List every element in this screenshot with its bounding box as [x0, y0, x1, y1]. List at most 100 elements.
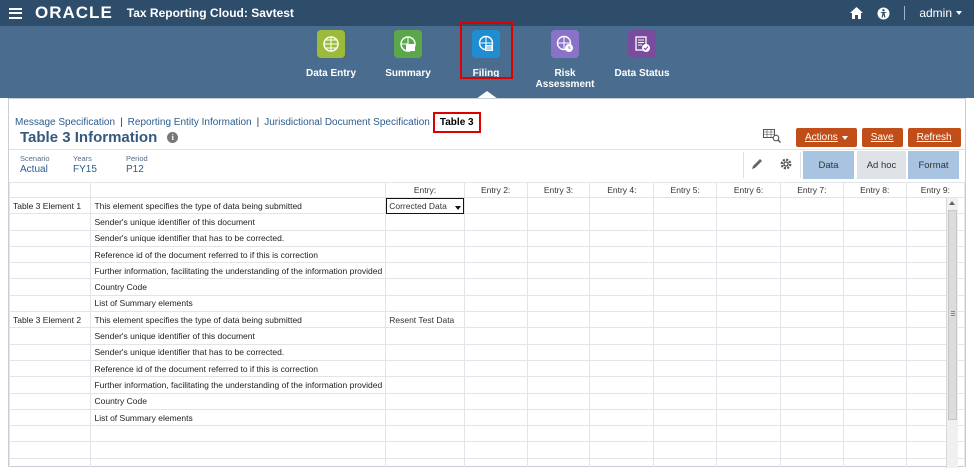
data-cell[interactable] [526, 213, 591, 231]
data-cell[interactable] [589, 262, 655, 280]
pov-years[interactable]: Years FY15 [73, 154, 97, 175]
data-cell[interactable] [526, 229, 591, 247]
nav-item-data-entry[interactable]: Data Entry [291, 30, 371, 79]
data-cell[interactable] [779, 229, 844, 247]
data-cell[interactable] [589, 245, 655, 264]
data-cell[interactable] [589, 359, 655, 378]
data-cell[interactable] [842, 278, 907, 296]
data-cell[interactable] [842, 229, 907, 247]
data-cell[interactable] [716, 408, 781, 427]
data-cell[interactable] [589, 408, 655, 427]
data-cell[interactable] [526, 294, 591, 313]
data-cell[interactable] [385, 213, 465, 231]
breadcrumb-active-item[interactable]: Table 3 [432, 112, 481, 133]
data-cell[interactable] [526, 262, 591, 280]
column-header[interactable]: Entry 8: [842, 182, 907, 198]
data-cell[interactable] [779, 376, 844, 394]
data-cell[interactable] [842, 213, 907, 231]
data-cell[interactable] [385, 392, 465, 410]
data-cell[interactable] [463, 376, 528, 394]
data-cell[interactable] [653, 343, 718, 361]
data-cell[interactable] [779, 343, 844, 361]
data-cell[interactable] [842, 245, 907, 264]
data-cell[interactable] [385, 262, 465, 280]
data-cell[interactable] [653, 359, 718, 378]
nav-item-summary[interactable]: Summary [368, 30, 448, 79]
data-cell[interactable] [385, 343, 465, 361]
data-cell[interactable] [779, 408, 844, 427]
data-cell[interactable] [716, 262, 781, 280]
data-cell[interactable] [526, 392, 591, 410]
data-cell[interactable] [589, 213, 655, 231]
data-cell[interactable] [716, 245, 781, 264]
tab-data[interactable]: Data [803, 151, 854, 179]
data-cell[interactable] [716, 278, 781, 296]
data-cell[interactable] [779, 262, 844, 280]
data-cell[interactable] [589, 343, 655, 361]
data-cell[interactable] [463, 245, 528, 264]
scroll-up-icon[interactable] [949, 201, 955, 205]
edit-pencil-icon[interactable] [750, 157, 764, 171]
data-cell[interactable] [842, 262, 907, 280]
data-cell[interactable] [526, 196, 591, 215]
data-cell[interactable] [526, 245, 591, 264]
column-header[interactable]: Entry 5: [653, 182, 718, 198]
data-cell[interactable] [653, 311, 718, 329]
data-cell-dropdown[interactable]: Corrected Data [385, 196, 465, 215]
data-cell[interactable] [385, 278, 465, 296]
data-cell[interactable] [463, 392, 528, 410]
data-cell[interactable] [842, 196, 907, 215]
menu-icon[interactable] [9, 7, 22, 19]
data-cell[interactable] [842, 311, 907, 329]
nav-item-data-status[interactable]: Data Status [602, 30, 682, 79]
data-cell[interactable] [716, 376, 781, 394]
data-cell[interactable] [653, 262, 718, 280]
data-cell[interactable] [653, 327, 718, 345]
data-cell[interactable] [779, 359, 844, 378]
data-cell[interactable] [842, 359, 907, 378]
column-header[interactable]: Entry 3: [526, 182, 591, 198]
chevron-down-icon[interactable] [454, 205, 461, 210]
data-cell[interactable] [526, 311, 591, 329]
column-header[interactable]: Entry 2: [463, 182, 528, 198]
data-cell[interactable] [463, 359, 528, 378]
data-cell[interactable] [779, 294, 844, 313]
column-header[interactable]: Entry 4: [589, 182, 655, 198]
data-cell[interactable] [716, 229, 781, 247]
data-cell[interactable] [842, 294, 907, 313]
info-icon[interactable]: i [167, 132, 179, 143]
scrollbar-thumb[interactable] [948, 210, 957, 420]
data-cell[interactable] [385, 359, 465, 378]
data-cell[interactable] [463, 343, 528, 361]
data-cell[interactable] [589, 294, 655, 313]
column-header[interactable]: Entry: [385, 182, 465, 198]
data-cell[interactable] [589, 392, 655, 410]
data-cell[interactable] [779, 213, 844, 231]
data-cell[interactable] [716, 213, 781, 231]
data-cell[interactable] [526, 278, 591, 296]
data-cell[interactable] [463, 262, 528, 280]
data-cell[interactable] [526, 359, 591, 378]
refresh-button[interactable]: Refresh [907, 128, 961, 147]
data-cell[interactable] [653, 294, 718, 313]
data-cell[interactable] [716, 311, 781, 329]
data-cell[interactable] [716, 343, 781, 361]
data-cell[interactable] [463, 213, 528, 231]
data-cell[interactable] [653, 245, 718, 264]
data-cell[interactable] [779, 245, 844, 264]
data-cell[interactable] [716, 327, 781, 345]
data-cell[interactable] [385, 327, 465, 345]
breadcrumb-item[interactable]: Reporting Entity Information [128, 117, 252, 128]
data-cell[interactable] [463, 229, 528, 247]
data-cell[interactable] [463, 311, 528, 329]
data-cell[interactable] [526, 327, 591, 345]
data-cell[interactable] [385, 376, 465, 394]
data-cell[interactable] [463, 327, 528, 345]
data-cell[interactable] [589, 229, 655, 247]
accessibility-icon[interactable] [877, 7, 890, 20]
data-cell[interactable] [716, 196, 781, 215]
data-cell[interactable] [716, 359, 781, 378]
data-cell[interactable] [589, 311, 655, 329]
nav-item-risk-assessment[interactable]: Risk Assessment [525, 30, 605, 90]
data-cell[interactable] [779, 392, 844, 410]
